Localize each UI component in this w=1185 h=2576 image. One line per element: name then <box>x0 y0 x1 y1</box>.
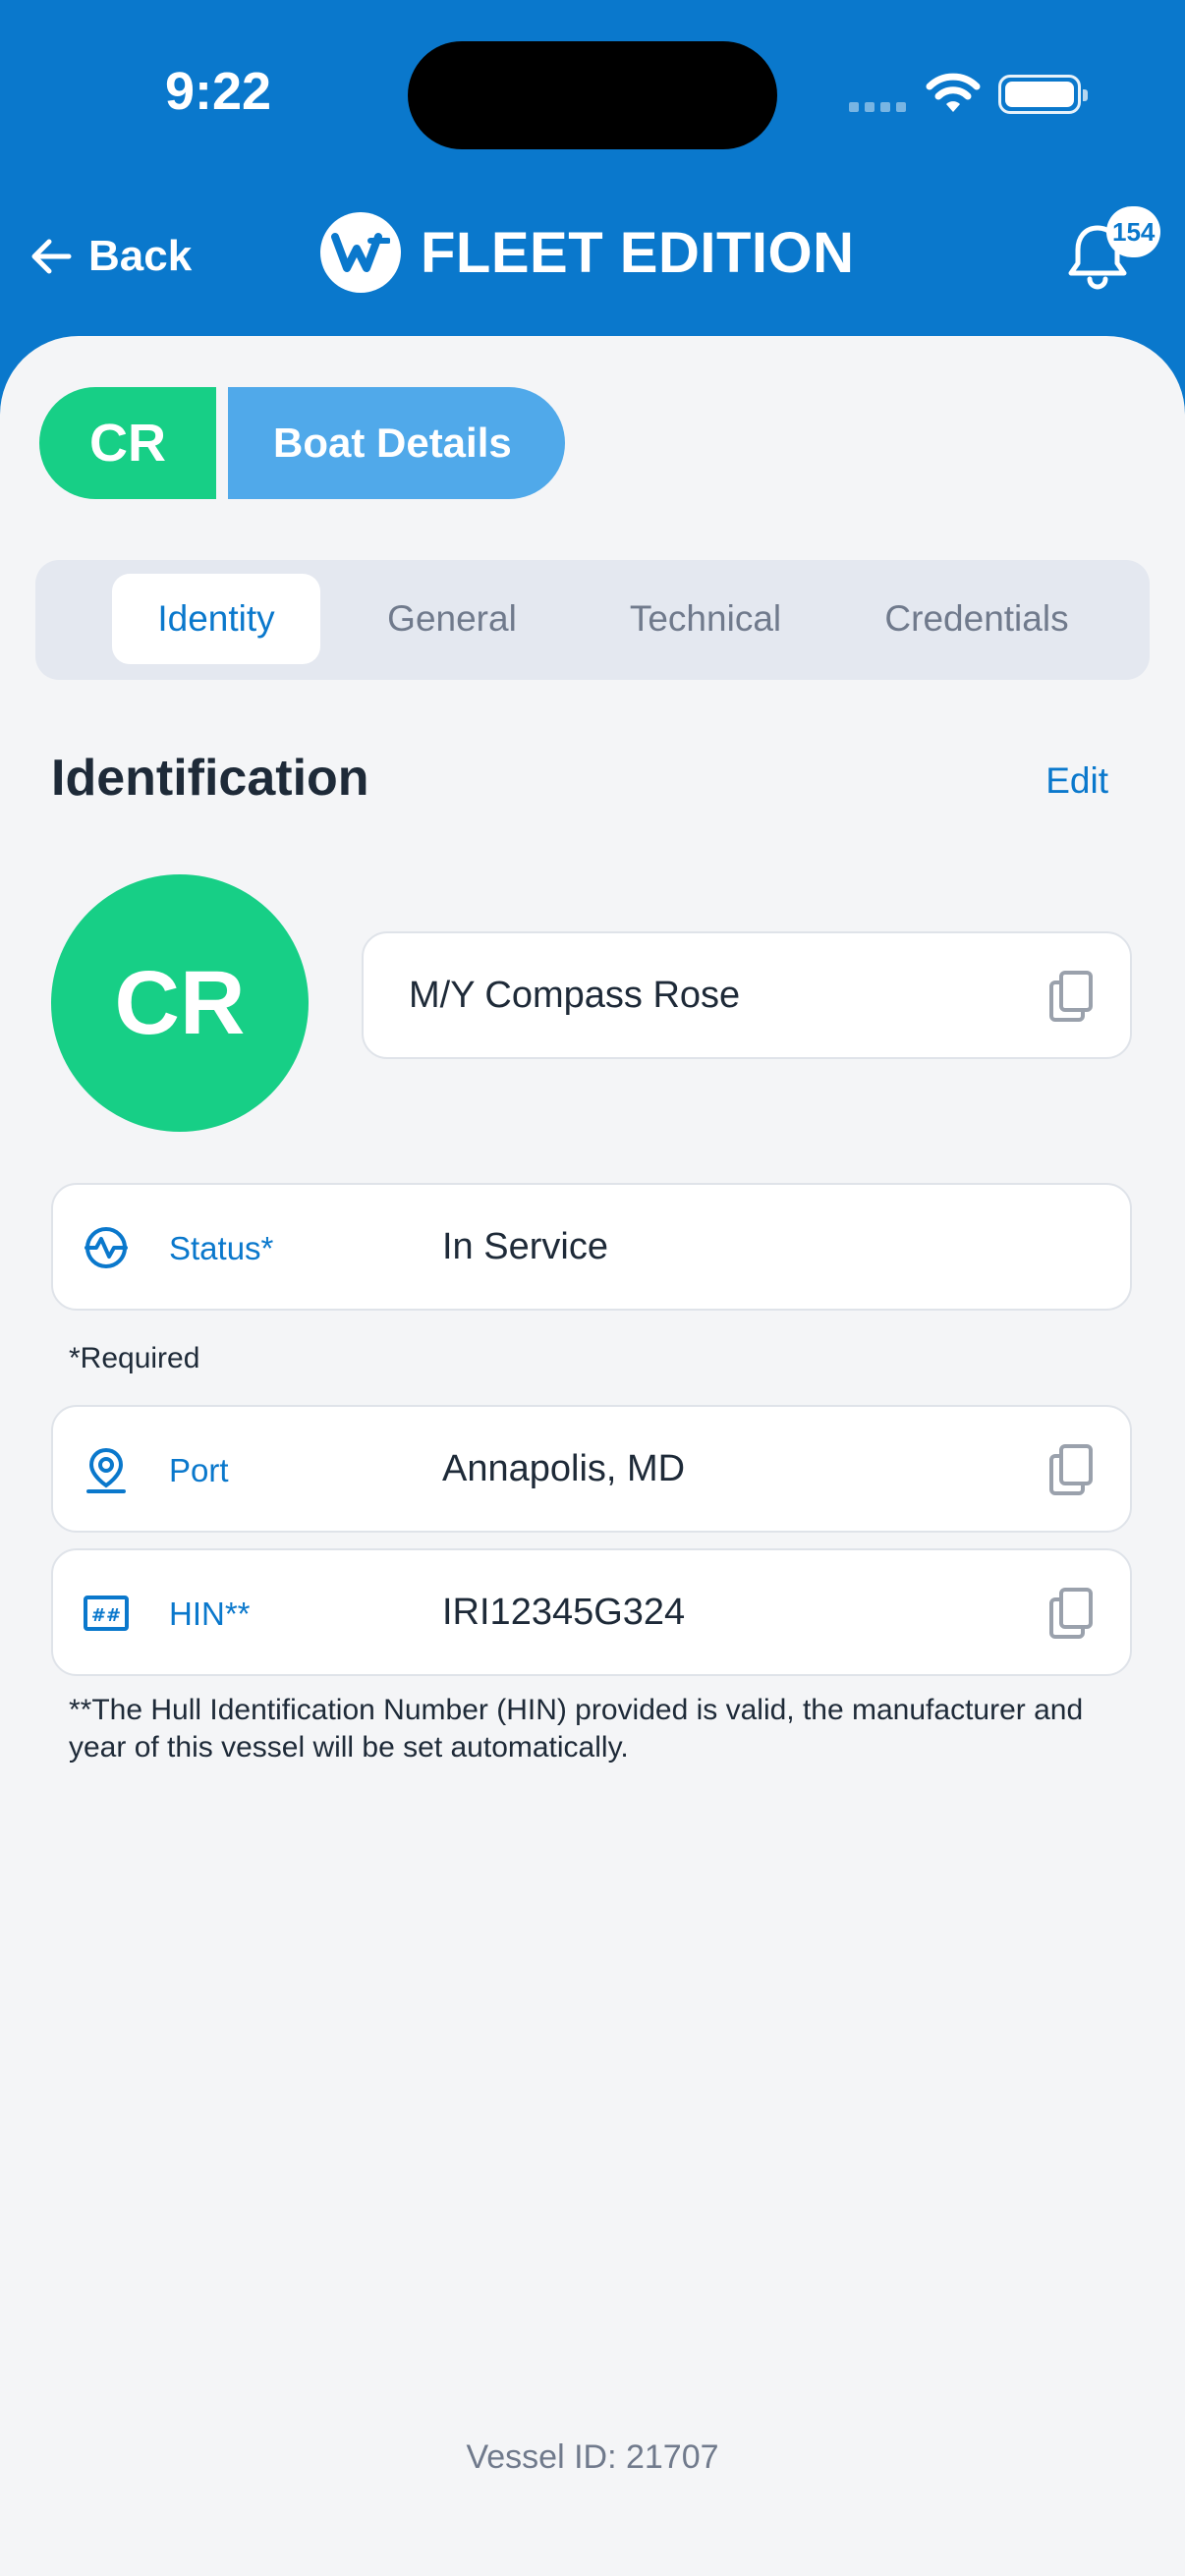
hin-note: **The Hull Identification Number (HIN) p… <box>69 1694 1084 1764</box>
tab-identity[interactable]: Identity <box>112 574 320 664</box>
page-title: Boat Details <box>228 387 565 499</box>
cellular-signal-icon <box>849 102 906 112</box>
status-field[interactable]: Status* In Service <box>51 1183 1132 1311</box>
back-button[interactable]: Back <box>29 232 192 281</box>
svg-text:##: ## <box>91 1605 121 1626</box>
content-sheet: CR Boat Details Identity General Technic… <box>0 336 1185 2576</box>
status-label: Status* <box>169 1230 274 1266</box>
brand-title: FLEET EDITION <box>421 220 855 285</box>
vessel-name-field: M/Y Compass Rose <box>362 931 1132 1059</box>
brand-header: FLEET EDITION <box>320 212 855 293</box>
arrow-left-icon <box>31 239 72 274</box>
hin-field: ## HIN** IRI12345G324 <box>51 1548 1132 1676</box>
wifi-icon <box>926 73 981 119</box>
status-time: 9:22 <box>165 62 272 121</box>
vessel-id: Vessel ID: 21707 <box>466 2438 719 2476</box>
port-value: Annapolis, MD <box>442 1448 686 1489</box>
copy-icon[interactable] <box>1047 1586 1095 1646</box>
battery-icon <box>998 75 1088 114</box>
vessel-abbr-badge: CR <box>39 387 216 499</box>
port-label: Port <box>169 1452 229 1488</box>
copy-icon[interactable] <box>1047 969 1095 1029</box>
hin-value: IRI12345G324 <box>442 1592 686 1633</box>
vessel-header-pill: CR Boat Details <box>39 387 565 499</box>
location-pin-icon <box>83 1446 130 1500</box>
status-bar: 9:22 <box>0 0 1185 187</box>
section-title: Identification <box>51 750 369 807</box>
hin-label: HIN** <box>169 1596 251 1632</box>
vessel-name-value: M/Y Compass Rose <box>409 975 741 1016</box>
edit-button[interactable]: Edit <box>1045 760 1108 802</box>
dynamic-island <box>408 41 777 149</box>
required-note: *Required <box>69 1342 200 1374</box>
hash-icon: ## <box>83 1590 130 1642</box>
notification-badge: 154 <box>1106 206 1161 257</box>
brand-logo-icon <box>320 212 401 293</box>
tab-technical[interactable]: Technical <box>574 574 837 664</box>
status-value: In Service <box>442 1226 608 1267</box>
tab-bar: Identity General Technical Credentials <box>35 560 1150 680</box>
back-label: Back <box>88 232 193 280</box>
tab-credentials[interactable]: Credentials <box>837 574 1116 664</box>
copy-icon[interactable] <box>1047 1442 1095 1502</box>
port-field: Port Annapolis, MD <box>51 1405 1132 1533</box>
tab-general[interactable]: General <box>348 574 556 664</box>
activity-icon <box>83 1224 130 1276</box>
vessel-avatar: CR <box>51 874 309 1132</box>
